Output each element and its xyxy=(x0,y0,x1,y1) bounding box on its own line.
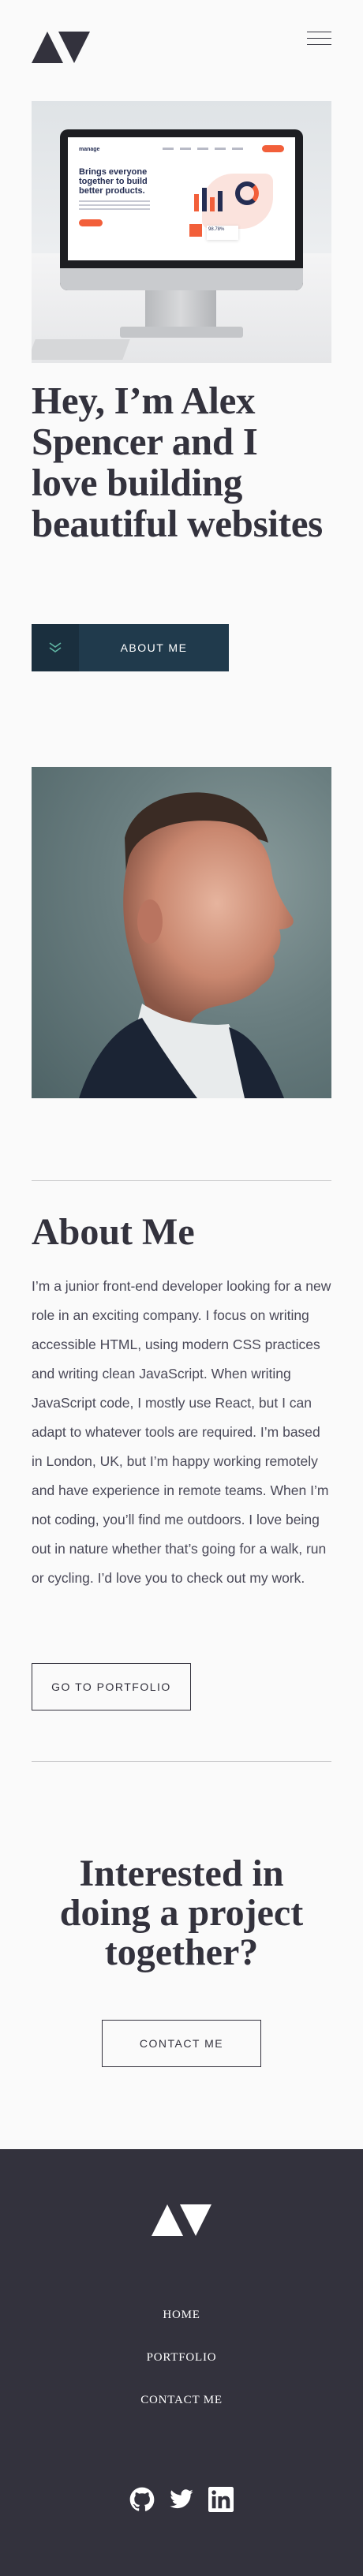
hamburger-line xyxy=(307,44,331,45)
screen-heading: Brings everyone together to build better… xyxy=(79,167,148,196)
footer-nav-contact[interactable]: CONTACT ME xyxy=(0,2392,363,2408)
footer-nav: HOME PORTFOLIO CONTACT ME xyxy=(0,2307,363,2435)
about-title: About Me xyxy=(32,1211,195,1253)
hero-image: manage Brings everyone together to build… xyxy=(32,101,331,363)
chevrons-down-icon xyxy=(32,624,79,671)
site-footer: HOME PORTFOLIO CONTACT ME xyxy=(0,2149,363,2576)
logo-av-icon[interactable] xyxy=(32,32,90,63)
contact-me-button[interactable]: CONTACT ME xyxy=(102,2020,261,2067)
profile-photo xyxy=(32,767,331,1098)
go-to-portfolio-label: GO TO PORTFOLIO xyxy=(51,1681,171,1693)
contact-title: Interested in doing a project together? xyxy=(59,1853,304,1973)
divider-top xyxy=(32,1180,331,1181)
github-icon[interactable] xyxy=(129,2487,155,2512)
contact-me-label: CONTACT ME xyxy=(139,2037,224,2050)
screen-stat: 98.78% xyxy=(207,226,238,240)
page: manage Brings everyone together to build… xyxy=(0,0,363,2576)
footer-nav-home[interactable]: HOME xyxy=(0,2307,363,2323)
site-header xyxy=(0,0,363,101)
about-text: I’m a junior front-end developer looking… xyxy=(32,1278,331,1586)
footer-logo-icon[interactable] xyxy=(152,2204,211,2236)
divider-bottom xyxy=(32,1761,331,1762)
twitter-icon[interactable] xyxy=(169,2487,194,2512)
go-to-portfolio-button[interactable]: GO TO PORTFOLIO xyxy=(32,1663,191,1710)
hamburger-icon[interactable] xyxy=(307,32,331,45)
about-me-button-label: ABOUT ME xyxy=(120,641,188,654)
linkedin-icon[interactable] xyxy=(208,2487,234,2512)
hero-title: Hey, I’m Alex Spencer and I love buildin… xyxy=(32,379,323,545)
about-me-button[interactable]: ABOUT ME xyxy=(32,624,229,671)
footer-nav-portfolio[interactable]: PORTFOLIO xyxy=(0,2350,363,2365)
social-links xyxy=(0,2487,363,2512)
monitor-illustration: manage Brings everyone together to build… xyxy=(60,129,303,290)
screen-logo: manage xyxy=(79,147,100,152)
hamburger-line xyxy=(307,38,331,39)
